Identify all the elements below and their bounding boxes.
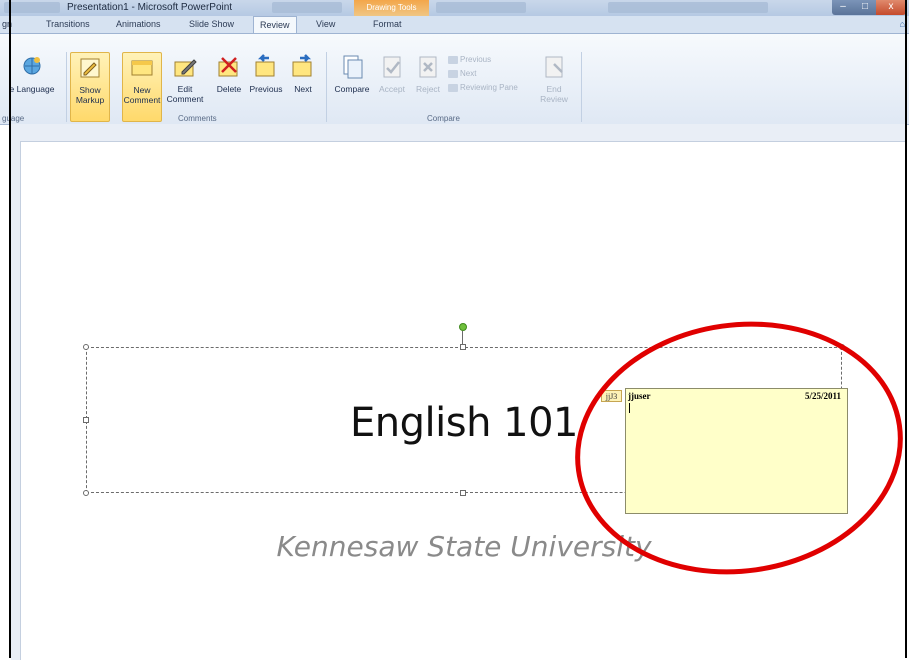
resize-handle-top[interactable] — [460, 344, 466, 350]
show-markup-icon — [80, 58, 100, 78]
delete-label: Delete — [216, 84, 242, 94]
reviewing-pane-label: Reviewing Pane — [460, 83, 518, 92]
compare-label: Compare — [334, 84, 370, 94]
compare-next-button[interactable]: Next — [448, 69, 476, 78]
compare-group-label: Compare — [427, 114, 460, 123]
accept-icon — [383, 56, 401, 78]
language-label: e Language — [9, 84, 55, 94]
blurred-taskbar-item — [436, 2, 526, 13]
next-comment-button[interactable]: Next — [287, 54, 319, 106]
accept-button[interactable]: Accept — [374, 54, 410, 106]
show-markup-label-2: Markup — [75, 95, 105, 105]
next-change-icon — [448, 69, 458, 78]
close-button[interactable]: x — [876, 0, 906, 15]
tab-transitions[interactable]: Transitions — [46, 19, 90, 29]
end-review-label-2: Review — [540, 94, 568, 104]
text-caret — [629, 403, 630, 413]
maximize-button[interactable]: □ — [854, 0, 876, 15]
group-separator — [581, 52, 582, 122]
edit-comment-button[interactable]: Edit Comment — [164, 54, 206, 122]
comment-box[interactable]: jjuser 5/25/2011 — [625, 388, 848, 514]
accept-label: Accept — [379, 84, 405, 94]
resize-handle-bottom-left[interactable] — [83, 490, 89, 496]
end-review-button[interactable]: End Review — [534, 54, 574, 116]
edit-comment-label-1: Edit — [177, 84, 193, 94]
app-title: Presentation1 - Microsoft PowerPoint — [67, 2, 233, 13]
new-comment-button[interactable]: New Comment — [122, 52, 162, 122]
edit-comment-icon — [174, 59, 197, 77]
previous-comment-icon — [255, 54, 275, 77]
reject-button[interactable]: Reject — [412, 54, 444, 106]
compare-button[interactable]: Compare — [331, 54, 373, 106]
show-markup-label-1: Show — [79, 85, 101, 95]
slide-subtitle[interactable]: Kennesaw State University — [86, 530, 842, 563]
window-controls: – □ x — [832, 0, 906, 15]
tab-design[interactable]: gn — [2, 19, 12, 29]
new-comment-icon — [131, 60, 153, 76]
language-button[interactable]: e Language — [2, 54, 62, 96]
group-separator — [66, 52, 67, 122]
new-comment-label-1: New — [133, 85, 151, 95]
compare-previous-label: Previous — [460, 55, 492, 64]
tab-slide-show[interactable]: Slide Show — [189, 19, 234, 29]
resize-handle-top-left[interactable] — [83, 344, 89, 350]
reject-icon — [419, 56, 437, 78]
edit-comment-label-2: Comment — [166, 94, 204, 104]
show-markup-button[interactable]: Show Markup — [70, 52, 110, 122]
previous-label: Previous — [249, 84, 283, 94]
comment-marker[interactable]: jjJ3 — [601, 390, 622, 402]
powerpoint-window: Presentation1 - Microsoft PowerPoint – □… — [0, 0, 909, 660]
delete-comment-icon — [218, 57, 238, 77]
resize-handle-top-right[interactable] — [839, 344, 845, 350]
tab-animations[interactable]: Animations — [116, 19, 161, 29]
next-label: Next — [294, 84, 312, 94]
previous-comment-button[interactable]: Previous — [247, 54, 285, 106]
tab-format[interactable]: Format — [373, 19, 402, 29]
compare-icon — [343, 55, 363, 79]
delete-comment-button[interactable]: Delete — [212, 54, 246, 106]
next-comment-icon — [292, 54, 312, 77]
title-bar: Presentation1 - Microsoft PowerPoint – □… — [0, 0, 909, 17]
resize-handle-bottom[interactable] — [460, 490, 466, 496]
end-review-icon — [545, 56, 563, 78]
tab-view[interactable]: View — [316, 19, 335, 29]
globe-person-icon — [23, 57, 41, 75]
compare-next-label: Next — [460, 69, 477, 78]
ribbon-tabs: gn Transitions Animations Slide Show Rev… — [0, 16, 909, 34]
reject-label: Reject — [415, 84, 441, 94]
language-group-label: guage — [2, 114, 25, 123]
help-icon[interactable]: ⌂ — [900, 19, 905, 29]
new-comment-label-2: Comment — [123, 95, 161, 105]
compare-previous-button[interactable]: Previous — [448, 55, 491, 64]
group-separator — [326, 52, 327, 122]
blurred-taskbar-item — [608, 2, 768, 13]
blurred-quick-access — [4, 2, 60, 13]
rotate-handle[interactable] — [459, 323, 467, 331]
comment-author: jjuser — [628, 391, 651, 401]
tab-review[interactable]: Review — [253, 16, 297, 33]
previous-change-icon — [448, 55, 458, 64]
reviewing-pane-icon — [448, 83, 458, 92]
end-review-label-1: End — [546, 84, 562, 94]
minimize-button[interactable]: – — [832, 0, 854, 15]
blurred-taskbar-item — [272, 2, 342, 13]
comments-group-label: Comments — [178, 114, 217, 123]
reviewing-pane-button[interactable]: Reviewing Pane — [448, 83, 518, 92]
drawing-tools-label: Drawing Tools — [366, 3, 417, 12]
comment-date: 5/25/2011 — [804, 391, 841, 401]
